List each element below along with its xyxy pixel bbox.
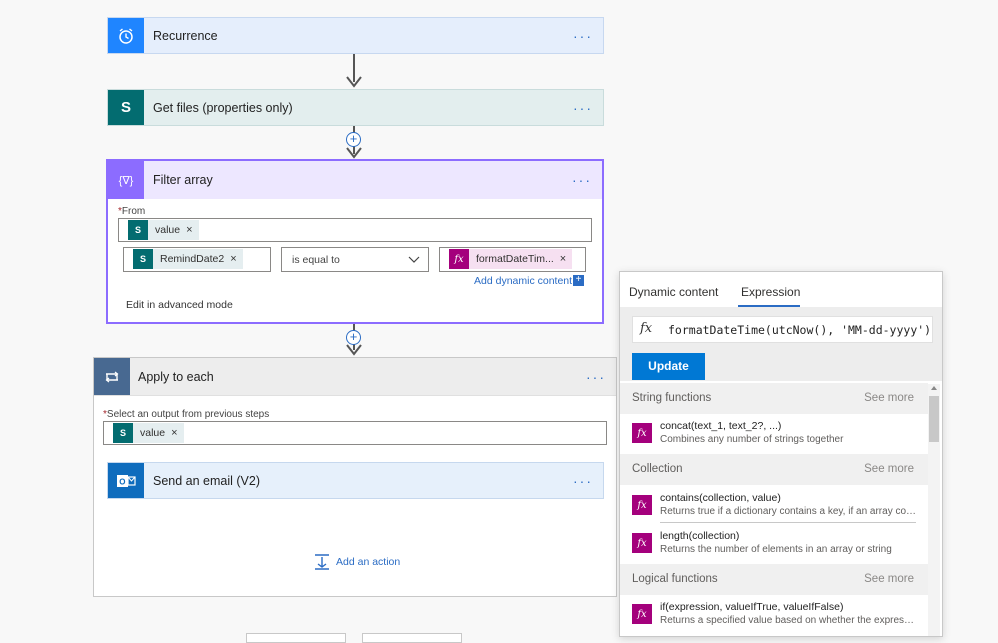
edit-advanced-mode-link[interactable]: Edit in advanced mode <box>126 299 233 311</box>
filter-array-title: Filter array <box>153 173 213 187</box>
section-title: String functions <box>632 392 712 404</box>
alarm-clock-icon <box>108 18 144 53</box>
expression-text: formatDateTime(utcNow(), 'MM-dd-yyyy') <box>668 323 932 337</box>
sharepoint-icon: S <box>113 423 133 443</box>
function-name: concat(text_1, text_2?, ...) <box>660 420 782 432</box>
send-email-title: Send an email (V2) <box>153 473 261 488</box>
see-more-link[interactable]: See more <box>864 463 914 475</box>
outlook-icon: O <box>108 463 144 498</box>
token-label: value <box>140 427 166 439</box>
left-operand-token[interactable]: S RemindDate2 × <box>133 249 243 269</box>
apply-to-each-title: Apply to each <box>138 369 214 384</box>
send-email-more-button[interactable]: ··· <box>573 473 593 489</box>
function-description: Returns true if a dictionary contains a … <box>660 506 918 517</box>
send-email-card[interactable]: O Send an email (V2) ··· <box>107 462 604 499</box>
get-files-card[interactable]: S Get files (properties only) ··· <box>107 89 604 126</box>
remove-token-icon[interactable]: × <box>560 253 566 265</box>
remove-token-icon[interactable]: × <box>230 253 236 265</box>
token-label: value <box>155 224 181 236</box>
fx-icon: fx <box>632 533 652 553</box>
recurrence-title: Recurrence <box>153 28 218 43</box>
section-title: Collection <box>632 463 683 475</box>
fx-icon: fx <box>632 604 652 624</box>
insert-step-button[interactable]: + <box>346 132 361 147</box>
arrow-down-icon <box>346 344 362 356</box>
token-label: RemindDate2 <box>160 253 225 265</box>
add-action-icon <box>315 554 329 570</box>
apply-to-each-more-button[interactable]: ··· <box>586 369 606 385</box>
select-output-label: *Select an output from previous steps <box>103 409 270 420</box>
function-description: Returns the number of elements in an arr… <box>660 544 892 555</box>
update-button[interactable]: Update <box>632 353 705 380</box>
fx-icon: fx <box>449 249 469 269</box>
section-logical-functions: Logical functions See more <box>620 564 928 595</box>
recurrence-card[interactable]: Recurrence ··· <box>107 17 604 54</box>
function-item-if[interactable]: fx if(expression, valueIfTrue, valueIfFa… <box>620 595 928 633</box>
remove-token-icon[interactable]: × <box>171 427 177 439</box>
function-description: Returns a specified value based on wheth… <box>660 615 918 626</box>
scrollbar-thumb[interactable] <box>929 396 939 442</box>
recurrence-more-button[interactable]: ··· <box>573 28 593 44</box>
update-label: Update <box>648 359 689 373</box>
filter-array-more-button[interactable]: ··· <box>572 172 592 188</box>
loop-icon <box>94 358 130 395</box>
fx-icon: fx <box>632 495 652 515</box>
sharepoint-icon: S <box>133 249 153 269</box>
expression-input[interactable]: fx formatDateTime(utcNow(), 'MM-dd-yyyy'… <box>632 316 933 343</box>
function-description: Combines any number of strings together <box>660 434 844 445</box>
add-action-label: Add an action <box>336 556 401 568</box>
see-more-link[interactable]: See more <box>864 573 914 585</box>
sharepoint-icon: S <box>128 220 148 240</box>
add-action-button[interactable]: Add an action <box>313 553 400 571</box>
arrow-down-icon <box>346 76 362 88</box>
chevron-down-icon <box>408 256 420 263</box>
remove-token-icon[interactable]: × <box>186 224 192 236</box>
function-name: if(expression, valueIfTrue, valueIfFalse… <box>660 601 844 613</box>
scrollbar[interactable] <box>928 384 940 636</box>
row-divider <box>660 522 916 523</box>
fx-icon: fx <box>632 423 652 443</box>
function-item-concat[interactable]: fx concat(text_1, text_2?, ...) Combines… <box>620 414 928 452</box>
section-title: Logical functions <box>632 573 718 585</box>
expression-panel: Dynamic content Expression fx formatDate… <box>619 271 943 637</box>
from-label: *From <box>118 206 146 217</box>
function-name: length(collection) <box>660 530 740 542</box>
scroll-up-icon[interactable] <box>931 386 937 390</box>
section-string-functions: String functions See more <box>620 383 928 414</box>
get-files-title: Get files (properties only) <box>153 100 293 115</box>
save-button[interactable] <box>362 633 462 643</box>
filter-icon: {∇} <box>108 161 144 199</box>
sharepoint-icon: S <box>108 90 144 125</box>
function-name: contains(collection, value) <box>660 492 781 504</box>
select-output-token[interactable]: S value × <box>113 423 184 443</box>
fx-icon: fx <box>640 321 653 336</box>
get-files-more-button[interactable]: ··· <box>573 100 593 116</box>
svg-text:O: O <box>119 477 125 486</box>
insert-step-button[interactable]: + <box>346 330 361 345</box>
operator-value: is equal to <box>292 254 340 266</box>
tab-dynamic-content[interactable]: Dynamic content <box>629 285 718 299</box>
function-item-length[interactable]: fx length(collection) Returns the number… <box>620 524 928 562</box>
tab-expression[interactable]: Expression <box>741 285 800 299</box>
section-collection: Collection See more <box>620 454 928 485</box>
token-label: formatDateTim... <box>476 253 554 265</box>
see-more-link[interactable]: See more <box>864 392 914 404</box>
operator-select[interactable]: is equal to <box>281 247 429 272</box>
add-dynamic-content-icon[interactable]: + <box>573 275 584 286</box>
add-dynamic-content-link[interactable]: Add dynamic content <box>474 275 572 287</box>
function-item-contains[interactable]: fx contains(collection, value) Returns t… <box>620 486 928 524</box>
right-operand-token[interactable]: fx formatDateTim... × <box>449 249 573 269</box>
from-token[interactable]: S value × <box>128 220 199 240</box>
arrow-down-icon <box>346 147 362 159</box>
new-step-button[interactable] <box>246 633 346 643</box>
